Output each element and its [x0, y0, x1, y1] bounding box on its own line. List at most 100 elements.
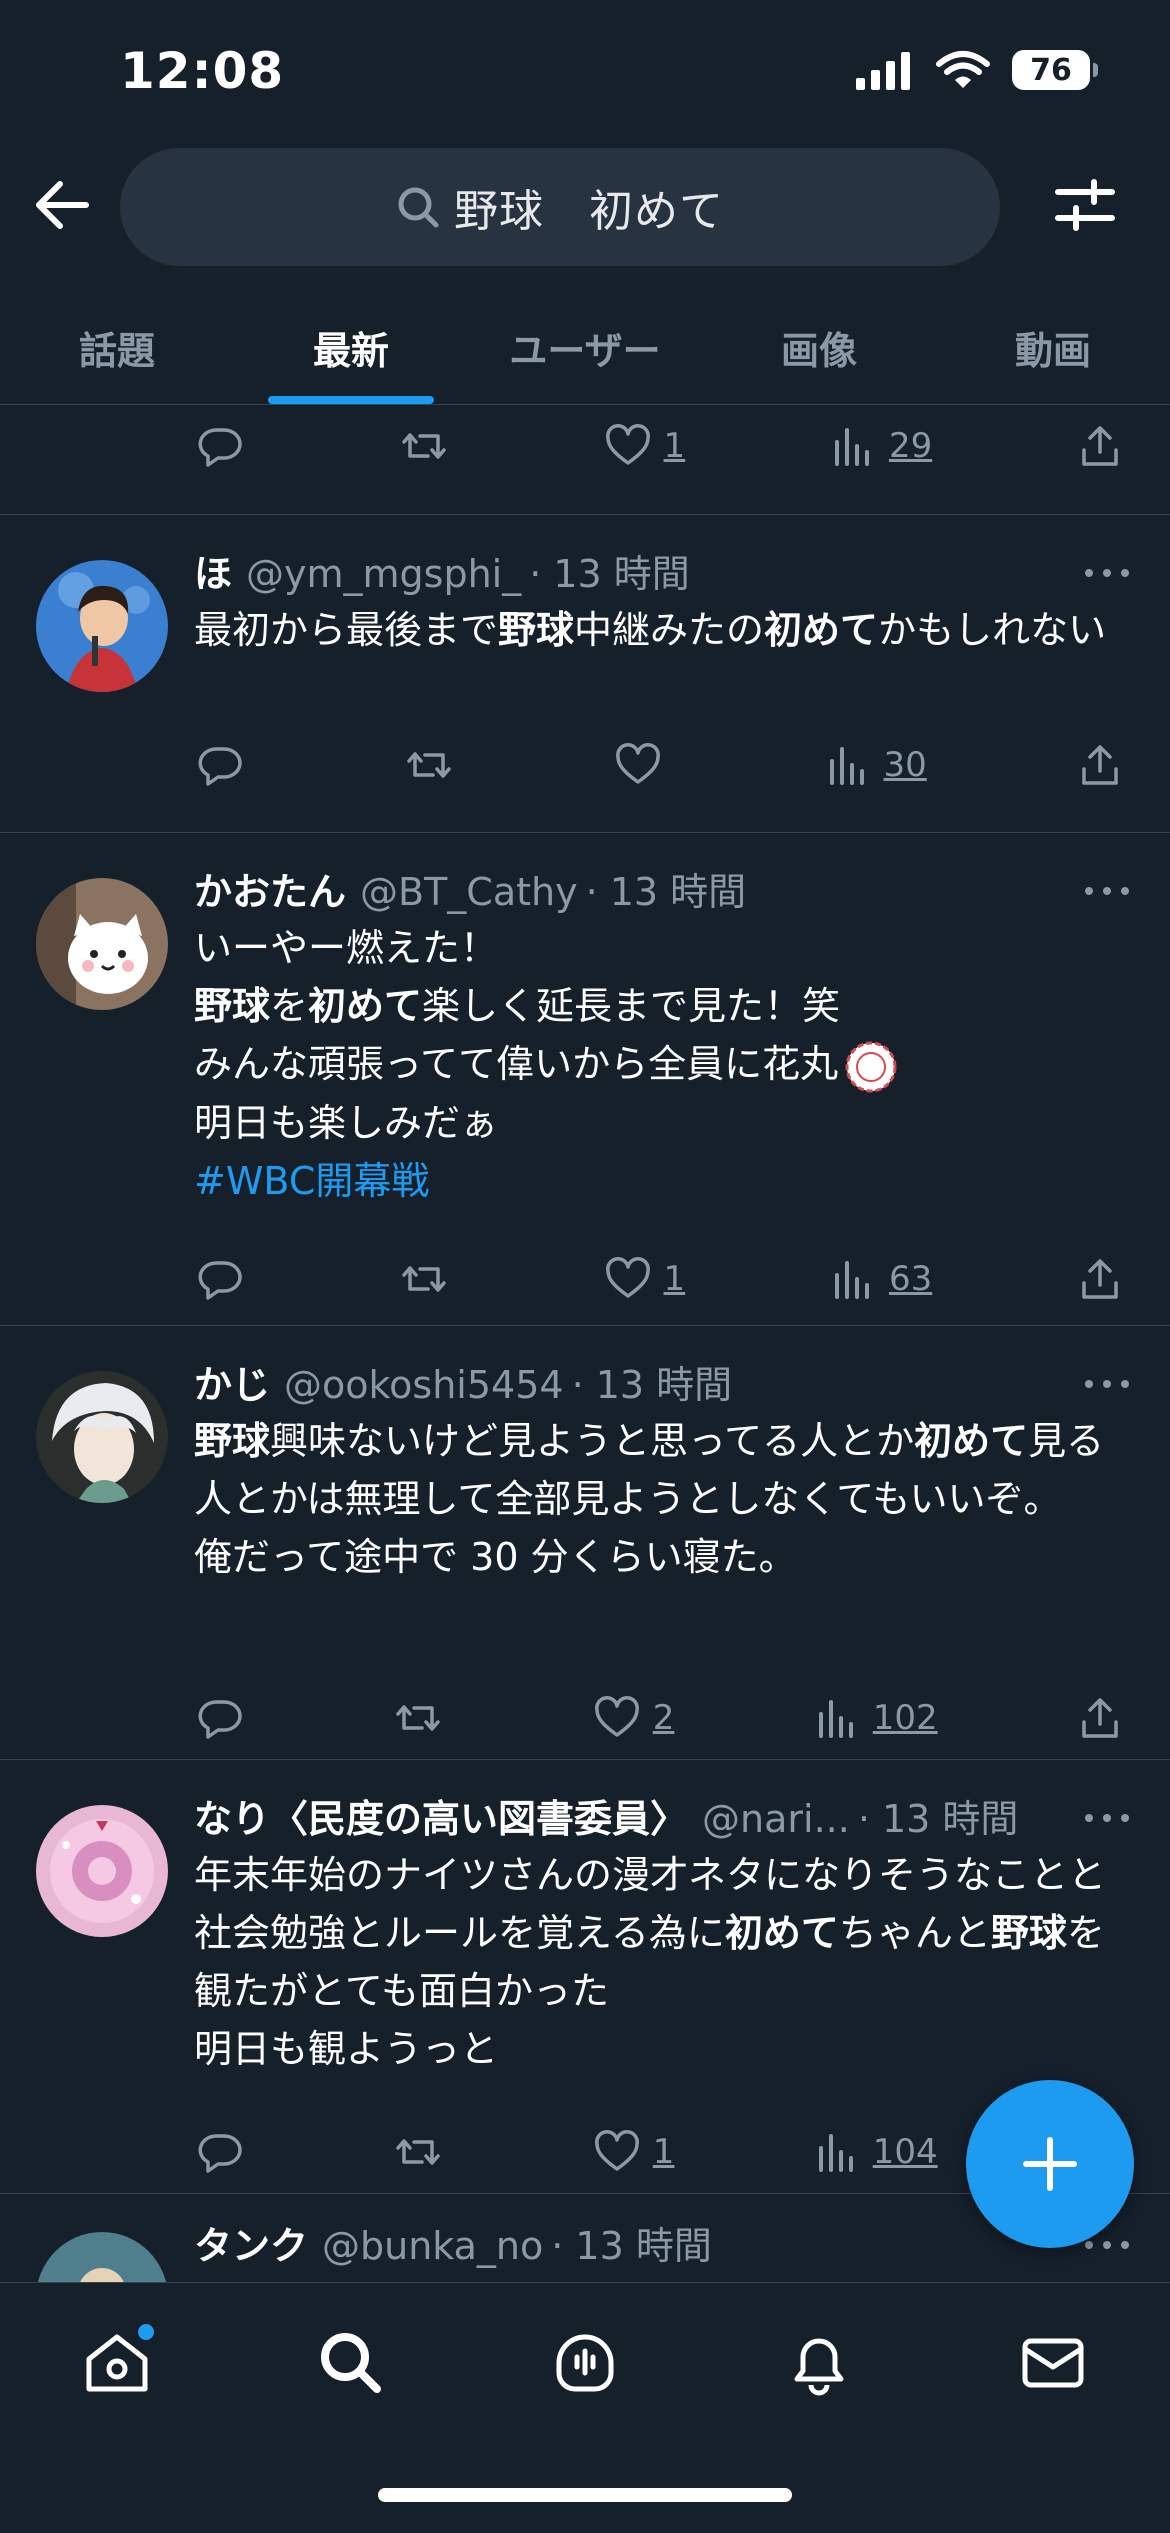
mail-icon: [1022, 2338, 1084, 2388]
timestamp: · 13 時間: [585, 870, 747, 914]
heart-icon: [605, 1257, 650, 1298]
speech-bubble-icon: [198, 1261, 242, 1300]
text-segment: を: [270, 984, 309, 1028]
avatar[interactable]: [36, 2232, 168, 2282]
avatar-image: [36, 2232, 168, 2282]
nav-home[interactable]: [72, 2318, 162, 2408]
more-dots-icon[interactable]: [1082, 1808, 1132, 1828]
reply-button[interactable]: [196, 741, 256, 789]
more-dots-icon[interactable]: [1082, 563, 1132, 583]
timestamp: · 13 時間: [551, 2224, 712, 2268]
avatar[interactable]: [36, 878, 168, 1010]
text-line: みんな頑張ってて偉いから全員に花丸: [194, 1035, 1124, 1094]
nav-messages[interactable]: [1008, 2318, 1098, 2408]
text-segment: ちゃんと: [838, 1911, 991, 1955]
share-button[interactable]: [1076, 1255, 1136, 1303]
search-icon: [321, 2333, 381, 2393]
sliders-icon: [1055, 179, 1115, 231]
reply-button[interactable]: [196, 1255, 256, 1303]
more-dots-icon[interactable]: [1082, 881, 1132, 901]
hashtag-link[interactable]: #WBC開幕戦: [194, 1159, 429, 1203]
tweet-header: かおたん @BT_Cathy · 13 時間: [194, 861, 1060, 921]
display-name[interactable]: ほ: [194, 543, 232, 598]
reply-button[interactable]: [196, 422, 256, 470]
speech-bubble-icon: [198, 2134, 242, 2173]
user-handle[interactable]: @BT_Cathy: [360, 870, 578, 914]
user-handle[interactable]: @ookoshi5454: [284, 1363, 564, 1407]
search-icon: [398, 187, 439, 228]
view-count: 102: [872, 1698, 938, 1738]
tweet-header: タンク @bunka_no · 13 時間: [194, 2215, 1060, 2275]
search-filter-button[interactable]: [1050, 170, 1120, 240]
nav-spaces[interactable]: [540, 2318, 630, 2408]
reply-button[interactable]: [196, 1694, 256, 1742]
more-dots-icon[interactable]: [1082, 1374, 1132, 1394]
user-handle[interactable]: @ym_mgsphi_: [246, 552, 521, 596]
retweet-icon: [402, 1266, 446, 1292]
share-button[interactable]: [1076, 422, 1136, 470]
tweet-actions: 2 102: [196, 1688, 1136, 1748]
highlighted-keyword: 初めて: [724, 1911, 839, 1955]
retweet-button[interactable]: [400, 422, 460, 470]
like-count: 1: [663, 1259, 686, 1299]
like-button[interactable]: 1: [593, 2128, 674, 2176]
tweet-actions: 30: [196, 735, 1136, 795]
text-line: 野球を初めて楽しく延長まで見た！笑: [194, 977, 1124, 1035]
timestamp: · 13 時間: [529, 552, 690, 596]
text-line: いーやー燃えた！: [194, 926, 499, 970]
views-button[interactable]: 104: [813, 2128, 938, 2176]
nav-explore[interactable]: [306, 2318, 396, 2408]
tweet-header: ほ @ym_mgsphi_ · 13 時間: [194, 543, 1060, 603]
views-button[interactable]: 63: [829, 1255, 932, 1303]
views-button[interactable]: 102: [813, 1694, 938, 1742]
like-button[interactable]: 2: [593, 1694, 674, 1742]
notification-dot: [138, 2324, 154, 2340]
retweet-button[interactable]: [405, 741, 465, 789]
share-button[interactable]: [1076, 1694, 1136, 1742]
flower-stamp-icon: [845, 1041, 897, 1092]
views-button[interactable]: 29: [829, 422, 932, 470]
nav-notifications[interactable]: [774, 2318, 864, 2408]
avatar[interactable]: [36, 560, 168, 692]
share-icon: [1082, 426, 1118, 466]
plus-icon: [1023, 2137, 1077, 2191]
tweet-header: なり〈民度の高い図書委員〉 @nari... · 13 時間: [194, 1788, 1060, 1848]
display-name[interactable]: かじ: [194, 1354, 270, 1409]
tweet-header: かじ @ookoshi5454 · 13 時間: [194, 1354, 1060, 1414]
view-count: 63: [888, 1259, 933, 1299]
tab-users[interactable]: ユーザー: [468, 290, 702, 404]
tab-latest[interactable]: 最新: [234, 290, 468, 404]
back-button[interactable]: [28, 170, 98, 240]
user-handle[interactable]: @nari...: [702, 1797, 850, 1841]
display-name[interactable]: なり〈民度の高い図書委員〉: [194, 1788, 688, 1843]
avatar[interactable]: [36, 1371, 168, 1503]
search-tabs: 話題 最新 ユーザー 画像 動画: [0, 290, 1170, 404]
view-count: 104: [872, 2132, 938, 2172]
text-paragraph: 野球興味ないけど見ようと思ってる人とか初めて見る人とかは無理して全部見ようとしな…: [194, 1412, 1124, 1528]
like-button[interactable]: 1: [604, 422, 685, 470]
display-name[interactable]: タンク: [194, 2215, 308, 2270]
share-icon: [1082, 1698, 1118, 1738]
bar-chart-icon: [829, 747, 864, 785]
views-button[interactable]: 30: [824, 741, 927, 789]
display-name[interactable]: かおたん: [194, 861, 346, 916]
reply-button[interactable]: [196, 2128, 256, 2176]
search-input[interactable]: 野球 初めて: [120, 148, 1000, 266]
tab-images[interactable]: 画像: [702, 290, 936, 404]
retweet-button[interactable]: [394, 2128, 454, 2176]
text-paragraph: 年末年始のナイツさんの漫才ネタになりそうなことと社会勉強とルールを覚える為に初め…: [194, 1846, 1124, 2020]
timestamp: · 13 時間: [857, 1797, 1019, 1841]
retweet-button[interactable]: [394, 1694, 454, 1742]
tab-topics[interactable]: 話題: [0, 290, 234, 404]
user-handle[interactable]: @bunka_no: [322, 2224, 543, 2268]
like-button[interactable]: [614, 741, 674, 789]
post-divider: [0, 1759, 1170, 1760]
retweet-button[interactable]: [400, 1255, 460, 1303]
status-time: 12:08: [120, 42, 285, 100]
tab-videos[interactable]: 動画: [936, 290, 1170, 404]
compose-tweet-button[interactable]: [966, 2080, 1134, 2248]
like-button[interactable]: 1: [604, 1255, 686, 1303]
share-button[interactable]: [1076, 741, 1136, 789]
battery-indicator: 76: [1012, 50, 1098, 90]
avatar[interactable]: [36, 1805, 168, 1937]
